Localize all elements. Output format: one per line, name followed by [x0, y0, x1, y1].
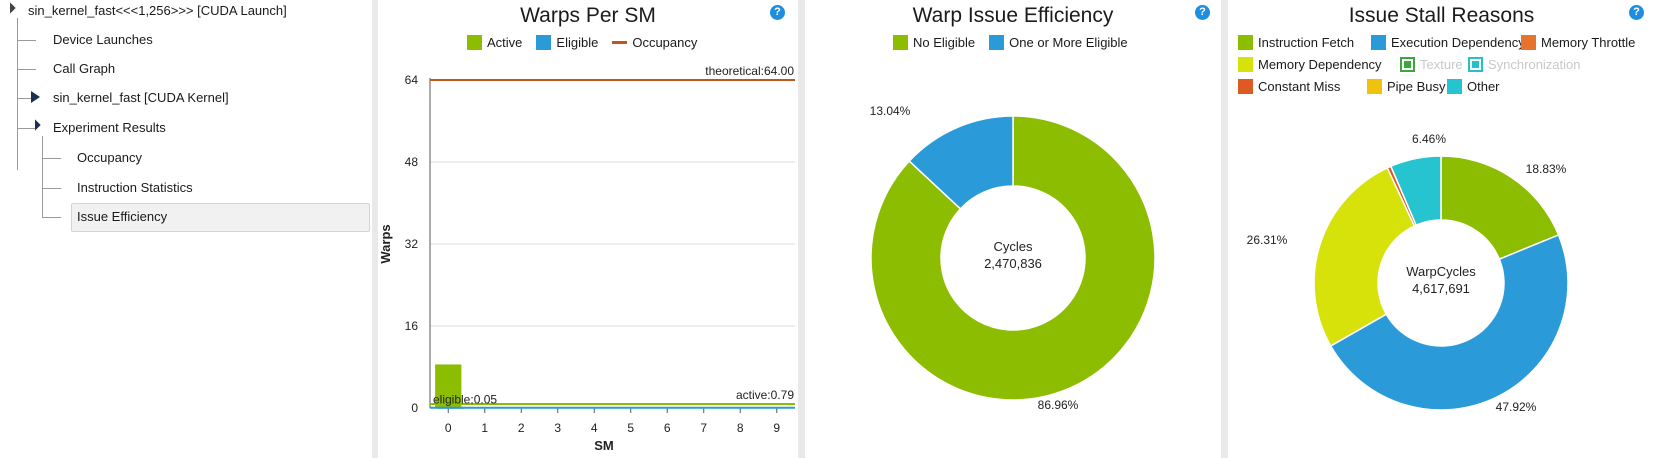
tree-item-instruction-statistics[interactable]: Instruction Statistics: [77, 177, 193, 199]
y-tick-label: 64: [405, 73, 419, 87]
tree-guide-line: [18, 69, 36, 70]
x-tick-label: 3: [554, 421, 561, 435]
x-axis-label: SM: [594, 438, 614, 453]
tree-item-cuda-kernel[interactable]: sin_kernel_fast [CUDA Kernel]: [53, 87, 229, 109]
y-tick-label: 0: [411, 401, 418, 415]
donut-center-value: 2,470,836: [984, 256, 1042, 271]
x-tick-label: 7: [700, 421, 707, 435]
y-axis-label: Warps: [378, 224, 393, 263]
tree-guide-line: [43, 188, 61, 189]
reference-line-label: theoretical:64.00: [705, 64, 794, 78]
warps-per-sm-panel: Warps Per SM ? Active Eligible Occupancy…: [378, 0, 798, 458]
reference-line-label: active:0.79: [736, 388, 794, 402]
x-tick-label: 4: [591, 421, 598, 435]
expanded-triangle-icon[interactable]: [4, 2, 16, 14]
x-tick-label: 0: [445, 421, 452, 435]
issue-stall-reasons-panel: Issue Stall Reasons ? Instruction Fetch E…: [1228, 0, 1655, 458]
x-tick-label: 8: [737, 421, 744, 435]
slice-label: 26.31%: [1247, 233, 1288, 247]
tree-item-experiment-results[interactable]: Experiment Results: [53, 117, 166, 139]
donut-center-label: WarpCycles: [1406, 264, 1476, 279]
slice-label: 47.92%: [1496, 400, 1537, 414]
experiment-tree-panel: sin_kernel_fast<<<1,256>>> [CUDA Launch]…: [0, 0, 372, 458]
slice-label: 6.46%: [1412, 132, 1446, 146]
tree-item-occupancy[interactable]: Occupancy: [77, 147, 142, 169]
slice-label: 13.04%: [870, 104, 911, 118]
x-tick-label: 2: [518, 421, 525, 435]
tree-item-call-graph[interactable]: Call Graph: [53, 58, 115, 80]
warps-per-sm-chart: Warps SM 0 16 32 48 64 0 1 2 3 4 5 6 7 8 9 theoretical:…: [378, 64, 795, 453]
y-tick-label: 32: [405, 237, 419, 251]
warp-issue-efficiency-chart: 86.96% 13.04% Cycles 2,470,836: [870, 104, 1156, 412]
slice-label: 86.96%: [1038, 398, 1079, 412]
tree-guide-line: [42, 136, 43, 218]
tree-guide-line: [18, 40, 36, 41]
x-tick-label: 9: [773, 421, 780, 435]
x-tick-label: 6: [664, 421, 671, 435]
y-tick-label: 48: [405, 155, 419, 169]
x-tick-label: 1: [481, 421, 488, 435]
issue-stall-reasons-chart: 18.83% 47.92% 26.31% 6.46% WarpCycles 4,617,6…: [1247, 132, 1569, 414]
tree-guide-line: [43, 158, 61, 159]
warp-issue-efficiency-panel: Warp Issue Efficiency ? No Eligible One …: [805, 0, 1221, 458]
tree-guide-line: [43, 217, 61, 218]
reference-line-label: eligible:0.05: [433, 393, 497, 407]
slice-label: 18.83%: [1526, 162, 1567, 176]
tree-item-issue-efficiency[interactable]: Issue Efficiency: [77, 206, 167, 228]
tree-item-cuda-launch[interactable]: sin_kernel_fast<<<1,256>>> [CUDA Launch]: [28, 0, 287, 22]
y-tick-label: 16: [405, 319, 419, 333]
donut-center-value: 4,617,691: [1412, 281, 1470, 296]
collapsed-triangle-icon[interactable]: [31, 91, 40, 103]
tree-item-device-launches[interactable]: Device Launches: [53, 29, 153, 51]
x-tick-label: 5: [627, 421, 634, 435]
donut-center-label: Cycles: [993, 239, 1033, 254]
